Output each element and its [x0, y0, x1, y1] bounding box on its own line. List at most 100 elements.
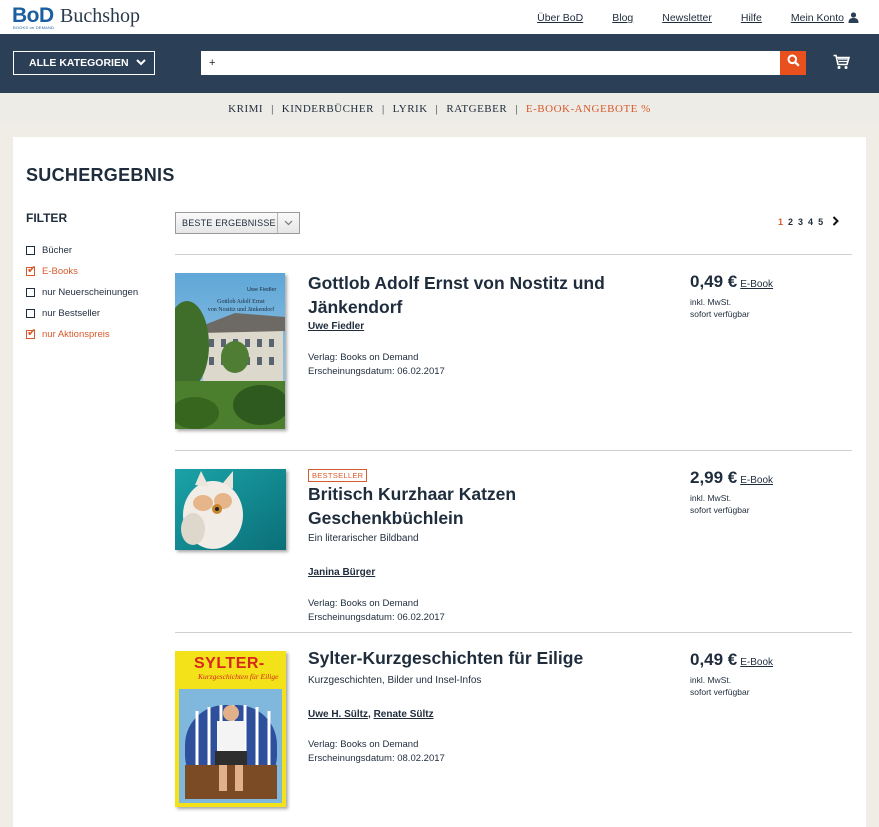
filter-ebooks[interactable]: ✔ E-Books [26, 261, 138, 282]
link-mein-konto[interactable]: Mein Konto [791, 12, 859, 26]
filter-aktionspreis[interactable]: ✔ nur Aktionspreis [26, 324, 138, 345]
result-date: Erscheinungsdatum: 08.02.2017 [308, 753, 445, 764]
filter-bestseller[interactable]: nur Bestseller [26, 303, 138, 324]
chevron-down-icon [277, 213, 299, 233]
page-title: SUCHERGEBNIS [26, 165, 175, 185]
category-ebook-angebote[interactable]: E-BOOK-ANGEBOTE % [526, 103, 651, 115]
sort-select[interactable]: BESTE ERGEBNISSE [175, 212, 300, 234]
all-categories-label: ALLE KATEGORIEN [29, 57, 129, 69]
filter-label: nur Aktionspreis [42, 329, 110, 340]
price-value: 2,99 € [690, 468, 738, 487]
chevron-right-icon[interactable] [832, 216, 839, 228]
checkbox[interactable] [26, 246, 35, 255]
page-5[interactable]: 5 [818, 217, 823, 227]
result-author[interactable]: Uwe H. Sültz [308, 709, 368, 720]
availability-note: sofort verfügbar [690, 309, 750, 319]
filter-title: FILTER [26, 211, 68, 225]
price-notes: inkl. MwSt. sofort verfügbar [690, 674, 750, 698]
price-notes: inkl. MwSt. sofort verfügbar [690, 492, 750, 516]
page-3[interactable]: 3 [798, 217, 803, 227]
page-4[interactable]: 4 [808, 217, 813, 227]
category-lyrik[interactable]: LYRIK [393, 103, 428, 115]
category-krimi[interactable]: KRIMI [228, 103, 263, 115]
filter-label: Bücher [42, 245, 73, 256]
result-title[interactable]: Gottlob Adolf Ernst von Nostitz und Jänk… [308, 271, 648, 319]
cover-author-text: Uwe Fiedler [247, 287, 277, 293]
category-strip: KRIMI | KINDERBÜCHER | LYRIK | RATGEBER … [0, 93, 879, 124]
result-price: 0,49 € E-Book [690, 650, 773, 670]
format-link[interactable]: E-Book [740, 475, 773, 486]
cover-title-line: Gottlob Adolf Ernst [217, 299, 265, 305]
separator: | [381, 102, 385, 115]
separator: | [271, 102, 274, 115]
result-publisher: Verlag: Books on Demand [308, 352, 419, 363]
link-blog[interactable]: Blog [612, 12, 633, 26]
all-categories-button[interactable]: ALLE KATEGORIEN [13, 51, 155, 75]
pagination: 1 2 3 4 5 [778, 216, 839, 228]
search-box [201, 51, 806, 75]
result-title[interactable]: Sylter-Kurzgeschichten für Eilige [308, 646, 648, 670]
filter-label: nur Bestseller [42, 308, 101, 319]
logo-tagline: BOOKS on DEMAND [13, 25, 55, 30]
result-publisher: Verlag: Books on Demand [308, 739, 419, 750]
category-kinderbuecher[interactable]: KINDERBÜCHER [282, 103, 374, 115]
checkbox-checked[interactable]: ✔ [26, 264, 37, 276]
book-cover[interactable] [175, 273, 285, 429]
result-date: Erscheinungsdatum: 06.02.2017 [308, 366, 445, 377]
chevron-down-icon [135, 57, 146, 69]
result-subtitle: Ein literarischer Bildband [308, 533, 419, 544]
link-newsletter[interactable]: Newsletter [662, 12, 712, 26]
result-item: SYLTER- Kurzgeschichten für Eilige Sylte… [175, 632, 852, 827]
logo-text: Buchshop [60, 5, 140, 27]
result-meta: Verlag: Books on Demand Erscheinungsdatu… [308, 351, 445, 379]
bestseller-badge: BESTSELLER [308, 469, 368, 482]
page-1[interactable]: 1 [778, 217, 783, 227]
separator: | [515, 102, 518, 115]
checkbox[interactable] [26, 288, 35, 297]
cover-title-text: Gottlob Adolf Ernst von Nostitz und Jänk… [193, 298, 289, 314]
book-cover[interactable] [175, 469, 286, 550]
cover-title-text: SYLTER- [194, 655, 265, 672]
category-ratgeber[interactable]: RATGEBER [446, 103, 507, 115]
filter-label: nur Neuerscheinungen [42, 287, 139, 298]
format-link[interactable]: E-Book [740, 279, 773, 290]
nav-bar: ALLE KATEGORIEN [0, 34, 879, 93]
cart-icon[interactable] [833, 54, 851, 75]
sort-label: BESTE ERGEBNISSE [182, 218, 276, 228]
top-bar: BoD BOOKS on DEMAND Buchshop Über BoD Bl… [0, 0, 879, 34]
cover-title-line: von Nostitz und Jänkendorf [207, 307, 275, 313]
search-button[interactable] [780, 51, 806, 75]
result-meta: Verlag: Books on Demand Erscheinungsdatu… [308, 597, 445, 625]
availability-note: sofort verfügbar [690, 505, 750, 515]
check-icon: ✔ [27, 264, 37, 276]
filter-buecher[interactable]: Bücher [26, 240, 138, 261]
site-logo[interactable]: BoD BOOKS on DEMAND Buchshop [12, 5, 140, 30]
checkbox[interactable] [26, 309, 35, 318]
availability-note: sofort verfügbar [690, 687, 750, 697]
cover-subtitle-text: Kurzgeschichten für Eilige [198, 672, 279, 681]
result-author[interactable]: Renate Sültz [374, 709, 434, 720]
vat-note: inkl. MwSt. [690, 297, 732, 307]
result-author[interactable]: Janina Bürger [308, 567, 375, 578]
vat-note: inkl. MwSt. [690, 493, 732, 503]
check-icon: ✔ [27, 327, 37, 339]
filter-neuerscheinungen[interactable]: nur Neuerscheinungen [26, 282, 138, 303]
result-price: 2,99 € E-Book [690, 468, 773, 488]
search-icon [787, 54, 800, 72]
top-links: Über BoD Blog Newsletter Hilfe Mein Kont… [508, 12, 859, 26]
vat-note: inkl. MwSt. [690, 675, 732, 685]
result-author[interactable]: Uwe Fiedler [308, 321, 364, 332]
page-2[interactable]: 2 [788, 217, 793, 227]
separator: | [435, 102, 439, 115]
result-meta: Verlag: Books on Demand Erscheinungsdatu… [308, 738, 445, 766]
link-hilfe[interactable]: Hilfe [741, 12, 762, 26]
link-ueber-bod[interactable]: Über BoD [537, 12, 583, 26]
result-subtitle: Kurzgeschichten, Bilder und Insel-Infos [308, 675, 482, 686]
result-price: 0,49 € E-Book [690, 272, 773, 292]
checkbox-checked[interactable]: ✔ [26, 327, 37, 339]
price-value: 0,49 € [690, 650, 738, 669]
format-link[interactable]: E-Book [740, 657, 773, 668]
result-date: Erscheinungsdatum: 06.02.2017 [308, 612, 445, 623]
result-title[interactable]: Britisch Kurzhaar Katzen Geschenkbüchlei… [308, 482, 648, 530]
search-input[interactable] [201, 51, 781, 75]
